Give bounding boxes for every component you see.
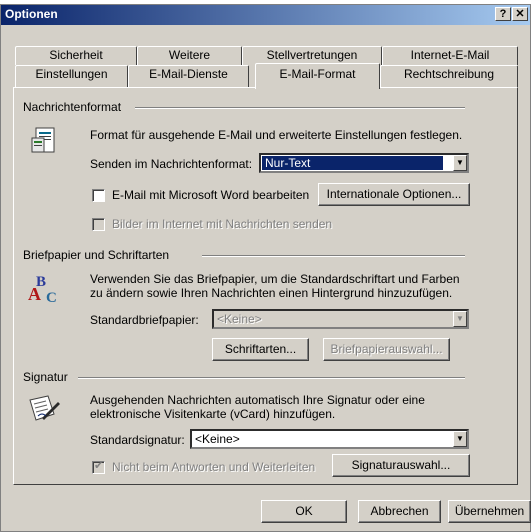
ok-button[interactable]: OK <box>261 500 347 523</box>
signatur-description-1: Ausgehenden Nachrichten automatisch Ihre… <box>90 393 425 407</box>
cancel-button[interactable]: Abbrechen <box>358 500 441 523</box>
international-options-button[interactable]: Internationale Optionen... <box>318 183 470 206</box>
tab-weitere[interactable]: Weitere <box>137 46 242 65</box>
signature-icon <box>28 394 62 424</box>
section-heading-signatur: Signatur <box>23 370 68 384</box>
stationery-select[interactable]: <Keine> ▼ <box>212 309 469 329</box>
briefpapier-description-1: Verwenden Sie das Briefpapier, um die St… <box>90 272 460 286</box>
nachrichtenformat-description: Format für ausgehende E-Mail und erweite… <box>90 128 463 142</box>
checkmark-icon: ✔ <box>94 460 104 472</box>
tab-sicherheit[interactable]: Sicherheit <box>15 46 137 65</box>
signature-picker-button[interactable]: Signaturauswahl... <box>332 454 470 477</box>
send-images-checkbox[interactable] <box>92 218 105 231</box>
divider <box>135 107 465 109</box>
close-button[interactable]: ✕ <box>512 7 528 21</box>
svg-text:C: C <box>46 290 57 306</box>
format-selected-value: Nur-Text <box>262 156 443 170</box>
help-button[interactable]: ? <box>495 7 511 21</box>
stationery-value: <Keine> <box>217 312 262 326</box>
section-heading-nachrichtenformat: Nachrichtenformat <box>23 100 122 114</box>
no-reply-label: Nicht beim Antworten und Weiterleiten <box>112 460 316 474</box>
tab-email-format[interactable]: E-Mail-Format <box>255 63 380 89</box>
tab-einstellungen[interactable]: Einstellungen <box>15 65 128 87</box>
signature-select[interactable]: <Keine> ▼ <box>190 429 469 449</box>
tab-rechtschreibung[interactable]: Rechtschreibung <box>380 65 518 87</box>
send-images-label: Bilder im Internet mit Nachrichten sende… <box>112 217 333 231</box>
apply-button[interactable]: Übernehmen <box>448 500 531 523</box>
divider <box>78 377 465 379</box>
tab-email-dienste[interactable]: E-Mail-Dienste <box>128 65 249 87</box>
word-edit-label: E-Mail mit Microsoft Word bearbeiten <box>112 188 310 202</box>
tab-panel-email-format: Nachrichtenformat Format für ausgehende … <box>13 87 518 485</box>
fonts-button[interactable]: Schriftarten... <box>212 338 309 361</box>
signature-value: <Keine> <box>195 432 240 446</box>
format-select[interactable]: Nur-Text ▼ <box>259 153 469 173</box>
chevron-down-icon[interactable]: ▼ <box>453 155 467 171</box>
tab-internet-email[interactable]: Internet-E-Mail <box>382 46 518 65</box>
divider <box>202 255 465 257</box>
no-reply-checkbox[interactable]: ✔ <box>92 460 105 474</box>
message-format-icon <box>30 126 62 158</box>
stationery-picker-button[interactable]: Briefpapierauswahl... <box>323 338 450 361</box>
briefpapier-description-2: zu ändern sowie Ihren Nachrichten einen … <box>90 286 453 300</box>
options-dialog: Optionen ? ✕ Sicherheit Weitere Stellver… <box>0 4 531 532</box>
format-label: Senden im Nachrichtenformat: <box>90 157 253 171</box>
title-bar[interactable]: Optionen ? ✕ <box>1 5 530 25</box>
svg-text:A: A <box>28 284 41 304</box>
chevron-down-icon[interactable]: ▼ <box>453 431 467 447</box>
stationery-label: Standardbriefpapier: <box>90 313 199 327</box>
word-edit-checkbox[interactable] <box>92 189 105 202</box>
signature-label: Standardsignatur: <box>90 433 185 447</box>
signatur-description-2: elektronische Visitenkarte (vCard) hinzu… <box>90 407 336 421</box>
chevron-down-icon[interactable]: ▼ <box>453 311 467 327</box>
fonts-icon: B A C <box>28 272 62 306</box>
section-heading-briefpapier: Briefpapier und Schriftarten <box>23 248 170 262</box>
window-title: Optionen <box>5 7 58 21</box>
